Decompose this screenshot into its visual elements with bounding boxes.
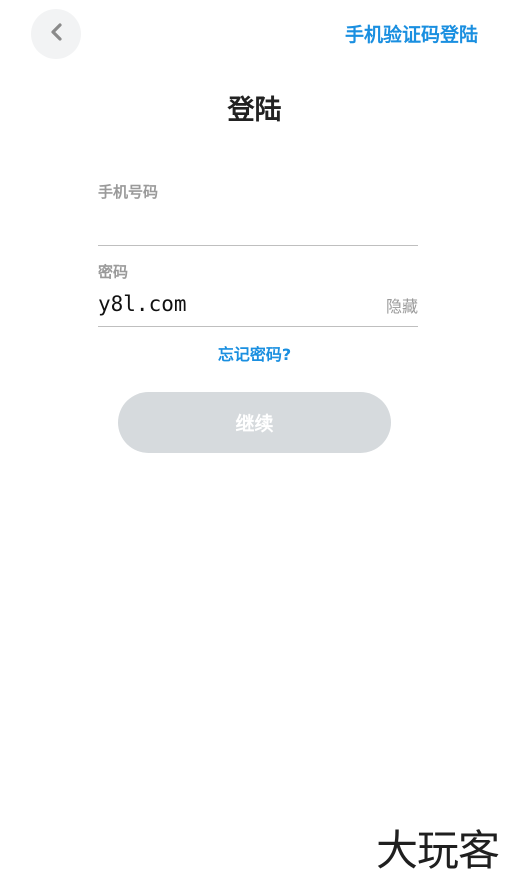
continue-button[interactable]: 继续 [118,392,391,453]
forgot-password-link[interactable]: 忘记密码? [218,345,291,364]
password-field: 密码 隐藏 [98,261,418,327]
phone-label: 手机号码 [98,183,159,201]
phone-underline [98,245,418,246]
password-label: 密码 [98,263,129,281]
phone-input[interactable] [98,211,418,241]
phone-field: 手机号码 [98,181,418,246]
forgot-password-row: 忘记密码? [0,341,509,365]
password-input[interactable] [98,289,358,319]
sms-login-link[interactable]: 手机验证码登陆 [345,20,478,47]
password-hide-toggle[interactable]: 隐藏 [386,293,418,317]
back-button[interactable] [31,9,81,59]
page-title: 登陆 [227,95,282,126]
watermark-logo: 大玩客 [375,826,500,875]
chevron-left-icon [49,22,63,46]
password-underline [98,326,418,327]
